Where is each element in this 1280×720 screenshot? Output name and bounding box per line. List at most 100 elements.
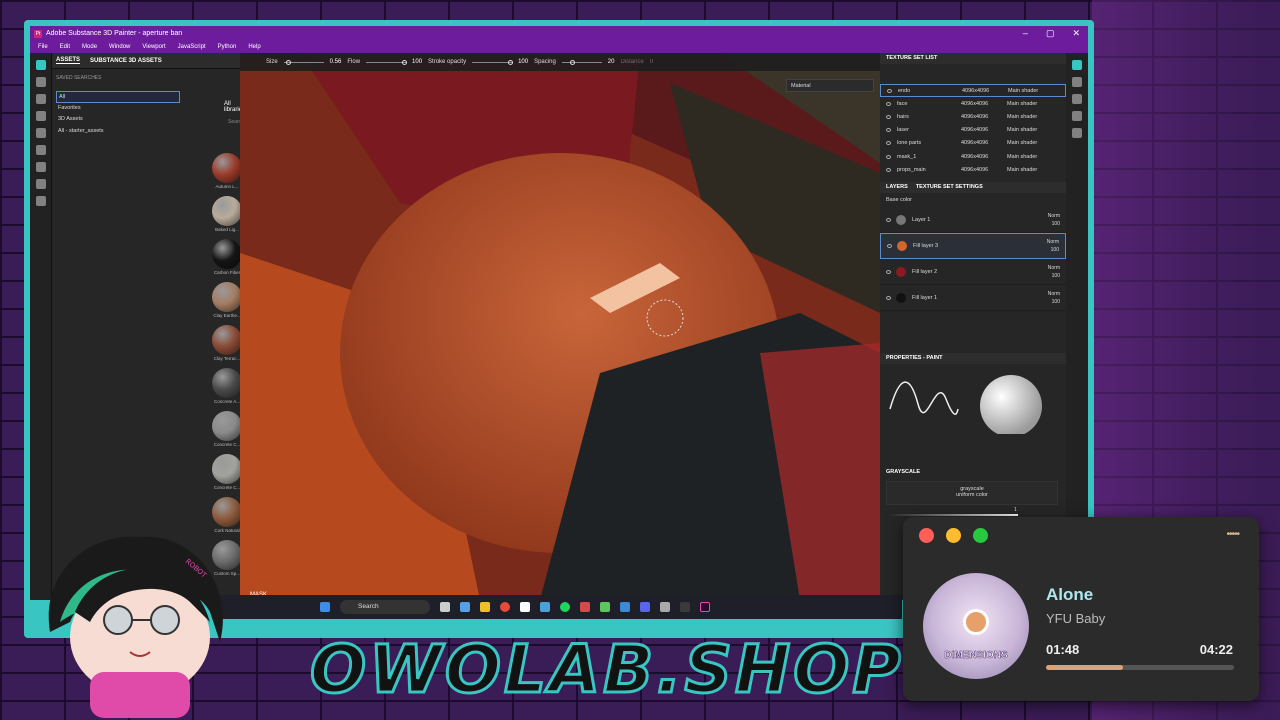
menu-help[interactable]: Help	[248, 44, 260, 50]
folder-icon[interactable]	[480, 602, 490, 612]
3d-viewport[interactable]: Size 0.56 Flow 100 Stroke opacity 100 Sp…	[240, 53, 880, 600]
texture-set-row[interactable]: props_main 4096x4096 Main shader	[880, 163, 1066, 176]
app-icon-red[interactable]	[580, 602, 590, 612]
texture-set-row[interactable]: hairs 4096x4096 Main shader	[880, 110, 1066, 123]
discord-icon[interactable]	[640, 602, 650, 612]
texture-set-row[interactable]: lone parts 4096x4096 Main shader	[880, 137, 1066, 150]
spotify-icon[interactable]	[560, 602, 570, 612]
layer-opacity[interactable]: 100	[1051, 247, 1059, 253]
flow-value[interactable]: 100	[412, 59, 422, 65]
tab-substance-3d-assets[interactable]: SUBSTANCE 3D ASSETS	[90, 58, 162, 64]
chrome-icon[interactable]	[500, 602, 510, 612]
maximize-button[interactable]: ▢	[1046, 26, 1055, 41]
texture-set-shader[interactable]: Main shader	[1008, 88, 1038, 94]
layer-name[interactable]: Fill layer 1	[912, 295, 994, 301]
log-icon[interactable]	[1072, 111, 1082, 121]
menu-edit[interactable]: Edit	[60, 44, 70, 50]
library-item-3d-assets[interactable]: 3D Assets	[56, 114, 180, 126]
viewport-mode-dropdown[interactable]: Material	[786, 79, 874, 92]
layer-opacity[interactable]: 100	[1052, 273, 1060, 279]
visibility-eye-icon[interactable]	[886, 269, 891, 274]
menu-dots-icon[interactable]: •••••	[1226, 529, 1239, 540]
layer-blend-mode[interactable]: Norm	[1048, 265, 1060, 271]
steam-icon[interactable]	[540, 602, 550, 612]
measure-tool-icon[interactable]	[36, 196, 46, 206]
layer-name[interactable]: Fill layer 3	[913, 243, 995, 249]
calculator-icon[interactable]	[620, 602, 630, 612]
texture-set-shader[interactable]: Main shader	[1007, 140, 1037, 146]
layer-row[interactable]: Fill layer 1 Norm 100	[880, 285, 1066, 312]
smudge-tool-icon[interactable]	[36, 128, 46, 138]
layer-opacity[interactable]: 100	[1052, 221, 1060, 227]
display-settings-icon[interactable]	[1072, 77, 1082, 87]
picker-tool-icon[interactable]	[36, 162, 46, 172]
close-button[interactable]: ✕	[1072, 26, 1080, 41]
visibility-eye-icon[interactable]	[887, 244, 892, 249]
texture-set-shader[interactable]: Main shader	[1007, 167, 1037, 173]
texture-set-panel-icon[interactable]	[1072, 60, 1082, 70]
windows-start-icon[interactable]	[320, 602, 330, 612]
menu-file[interactable]: File	[38, 44, 48, 50]
texture-set-shader[interactable]: Main shader	[1007, 154, 1037, 160]
spacing-value[interactable]: 20	[608, 59, 615, 65]
maximize-dot-icon[interactable]	[973, 528, 988, 543]
clone-tool-icon[interactable]	[36, 145, 46, 155]
texture-set-row[interactable]: endo 4096x4096 Main shader	[880, 84, 1066, 98]
history-icon[interactable]	[1072, 128, 1082, 138]
taskbar-search[interactable]: Search	[340, 600, 430, 614]
size-slider[interactable]	[283, 59, 324, 65]
notion-icon[interactable]	[520, 602, 530, 612]
bake-tool-icon[interactable]	[36, 179, 46, 189]
layer-name[interactable]: Fill layer 2	[912, 269, 994, 275]
layer-blend-mode[interactable]: Norm	[1048, 213, 1060, 219]
paint-brush-tool-icon[interactable]	[36, 60, 46, 70]
shader-settings-icon[interactable]	[1072, 94, 1082, 104]
tab-layers[interactable]: LAYERS	[886, 182, 908, 193]
grayscale-resource[interactable]: grayscale uniform color	[886, 481, 1058, 505]
menu-javascript[interactable]: JavaScript	[178, 44, 206, 50]
texture-set-row[interactable]: laser 4096x4096 Main shader	[880, 124, 1066, 137]
layer-row[interactable]: Layer 1 Norm 100	[880, 207, 1066, 234]
eraser-tool-icon[interactable]	[36, 77, 46, 87]
menu-python[interactable]: Python	[218, 44, 237, 50]
texture-set-row[interactable]: mask_1 4096x4096 Main shader	[880, 150, 1066, 163]
layer-blend-mode[interactable]: Norm	[1048, 291, 1060, 297]
menu-window[interactable]: Window	[109, 44, 130, 50]
visibility-eye-icon[interactable]	[886, 217, 891, 222]
channel-dropdown[interactable]: Base color	[880, 193, 1066, 207]
spacing-slider[interactable]	[561, 59, 602, 65]
visibility-eye-icon[interactable]	[886, 295, 891, 300]
playback-progress-bar[interactable]	[1046, 665, 1234, 670]
menu-mode[interactable]: Mode	[82, 44, 97, 50]
stroke-opacity-slider[interactable]	[472, 59, 514, 65]
app-icon-gray[interactable]	[660, 602, 670, 612]
close-dot-icon[interactable]	[919, 528, 934, 543]
tab-assets[interactable]: ASSETS	[56, 57, 81, 64]
substance-painter-taskbar-icon[interactable]	[700, 602, 710, 612]
library-item-starter-assets[interactable]: All - starter_assets	[56, 126, 180, 138]
file-explorer-icon[interactable]	[440, 602, 450, 612]
geometry-fill-tool-icon[interactable]	[36, 111, 46, 121]
texture-set-row[interactable]: face 4096x4096 Main shader	[880, 97, 1066, 110]
menu-viewport[interactable]: Viewport	[142, 44, 165, 50]
minimize-dot-icon[interactable]	[946, 528, 961, 543]
app-icon-green[interactable]	[600, 602, 610, 612]
stroke-opacity-value[interactable]: 100	[518, 59, 528, 65]
layer-row[interactable]: Fill layer 2 Norm 100	[880, 259, 1066, 286]
layer-name[interactable]: Layer 1	[912, 217, 994, 223]
layer-blend-mode[interactable]: Norm	[1047, 239, 1059, 245]
app-icon-blue[interactable]	[460, 602, 470, 612]
size-value[interactable]: 0.56	[330, 59, 342, 65]
texture-set-shader[interactable]: Main shader	[1007, 101, 1037, 107]
library-item-favorites[interactable]: Favorites	[56, 103, 180, 115]
app-icon-dark[interactable]	[680, 602, 690, 612]
library-item-all[interactable]: All	[56, 91, 180, 103]
layer-row[interactable]: Fill layer 3 Norm 100	[880, 233, 1066, 260]
texture-set-shader[interactable]: Main shader	[1007, 114, 1037, 120]
flow-slider[interactable]	[366, 59, 408, 65]
projection-tool-icon[interactable]	[36, 94, 46, 104]
minimize-button[interactable]: –	[1023, 26, 1028, 41]
tab-texture-set-settings[interactable]: TEXTURE SET SETTINGS	[916, 182, 983, 193]
texture-set-shader[interactable]: Main shader	[1007, 127, 1037, 133]
layer-opacity[interactable]: 100	[1052, 299, 1060, 305]
